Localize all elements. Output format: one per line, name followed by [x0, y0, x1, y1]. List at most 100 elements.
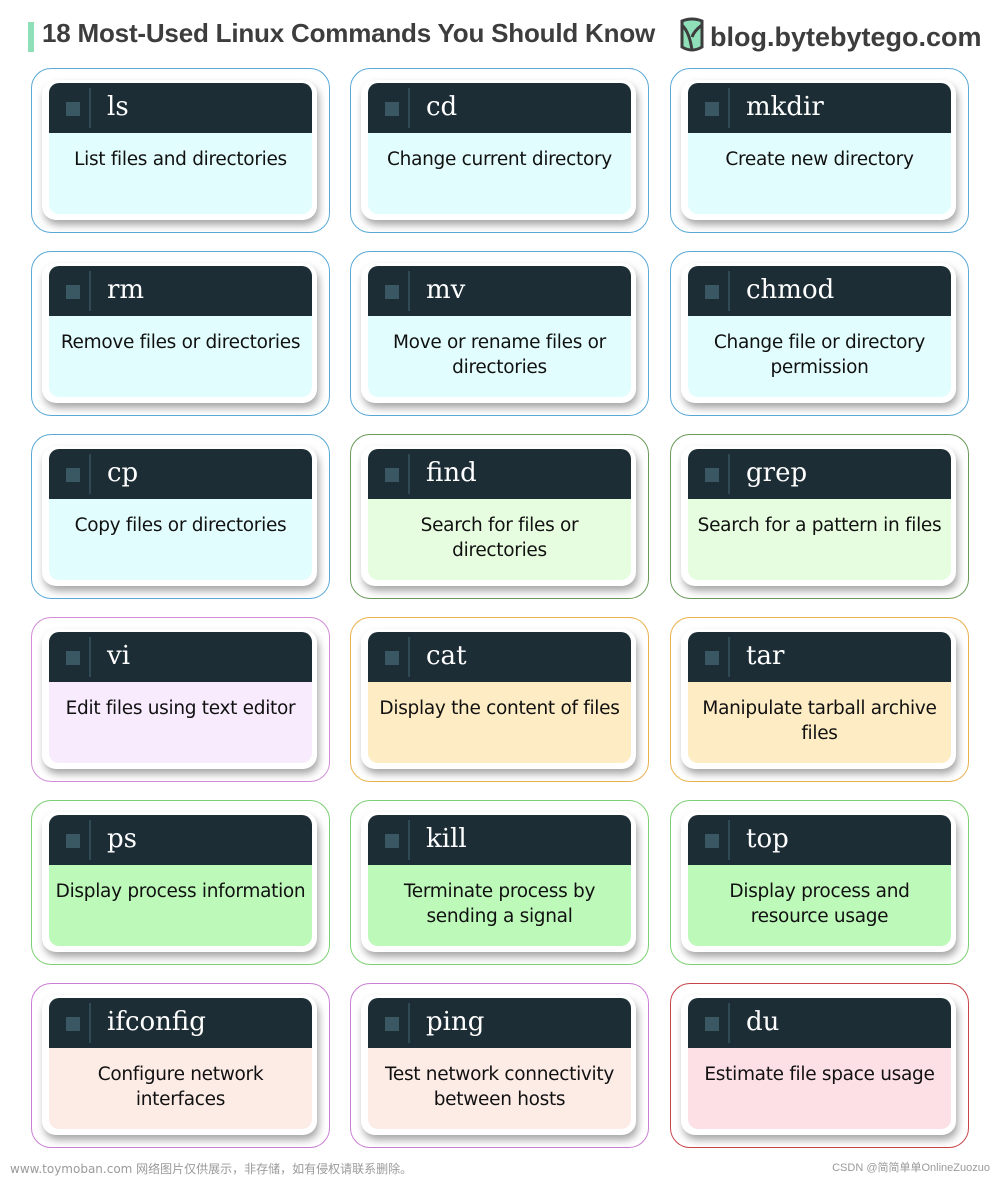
- header-divider: [408, 454, 410, 494]
- command-description: Display process and resource usage: [729, 881, 910, 927]
- terminal-square-icon: [385, 651, 399, 665]
- card-panel: mkdir Create new directory: [681, 80, 956, 220]
- command-description: Search for files or directories: [420, 515, 579, 561]
- terminal-square-icon: [66, 468, 80, 482]
- command-card-rm: rm Remove files or directories: [31, 251, 330, 416]
- header-divider: [728, 271, 730, 311]
- terminal-square-icon: [385, 1017, 399, 1031]
- terminal-square-icon: [705, 102, 719, 116]
- command-name: ps: [107, 824, 137, 854]
- card-panel: du Estimate file space usage: [681, 995, 956, 1135]
- brand-url[interactable]: blog.bytebytego.com: [710, 22, 982, 53]
- command-name: mv: [426, 275, 466, 305]
- command-card-mkdir: mkdir Create new directory: [670, 68, 969, 233]
- command-name: vi: [107, 641, 131, 671]
- card-header: chmod: [688, 266, 951, 316]
- command-name: cp: [107, 458, 139, 488]
- card-panel: top Display process and resource usage: [681, 812, 956, 952]
- header-divider: [89, 88, 91, 128]
- command-card-ps: ps Display process information: [31, 800, 330, 965]
- command-description: Edit files using text editor: [65, 698, 296, 719]
- watermark-right: CSDN @简简单单OnlineZuozuo: [832, 1162, 990, 1174]
- header-divider: [89, 454, 91, 494]
- card-body: Search for files or directories: [368, 499, 631, 580]
- card-panel: ls List files and directories: [42, 80, 317, 220]
- header-divider: [89, 820, 91, 860]
- card-body: Manipulate tarball archive files: [688, 682, 951, 763]
- command-description: Configure network interfaces: [97, 1064, 264, 1110]
- card-header: ls: [49, 83, 312, 133]
- card-header: ifconfig: [49, 998, 312, 1048]
- card-body: Display the content of files: [368, 682, 631, 763]
- card-body: List files and directories: [49, 133, 312, 214]
- card-panel: mv Move or rename files or directories: [361, 263, 636, 403]
- header-divider: [408, 88, 410, 128]
- command-description: Remove files or directories: [60, 332, 301, 353]
- terminal-square-icon: [385, 834, 399, 848]
- command-description: Move or rename files or directories: [393, 332, 606, 378]
- card-body: Change current directory: [368, 133, 631, 214]
- card-panel: ifconfig Configure network interfaces: [42, 995, 317, 1135]
- command-description: Search for a pattern in files: [697, 515, 942, 536]
- command-name: grep: [746, 458, 808, 488]
- command-description: List files and directories: [74, 149, 287, 170]
- command-card-kill: kill Terminate process by sending a signa…: [350, 800, 649, 965]
- command-card-top: top Display process and resource usage: [670, 800, 969, 965]
- terminal-square-icon: [66, 834, 80, 848]
- command-name: ls: [107, 92, 129, 122]
- command-card-ls: ls List files and directories: [31, 68, 330, 233]
- command-card-mv: mv Move or rename files or directories: [350, 251, 649, 416]
- bytebytego-logo-icon: [678, 17, 706, 57]
- card-header: cat: [368, 632, 631, 682]
- header-divider: [408, 820, 410, 860]
- terminal-square-icon: [66, 285, 80, 299]
- command-name: cat: [426, 641, 467, 671]
- terminal-square-icon: [66, 651, 80, 665]
- brand[interactable]: blog.bytebytego.com: [678, 17, 982, 57]
- header-divider: [728, 637, 730, 677]
- header-divider: [408, 271, 410, 311]
- terminal-square-icon: [705, 834, 719, 848]
- card-header: mkdir: [688, 83, 951, 133]
- command-name: ping: [426, 1007, 485, 1037]
- command-description: Terminate process by sending a signal: [403, 881, 596, 927]
- command-description: Display process information: [55, 881, 306, 902]
- card-panel: tar Manipulate tarball archive files: [681, 629, 956, 769]
- card-panel: ps Display process information: [42, 812, 317, 952]
- header-divider: [728, 820, 730, 860]
- card-header: tar: [688, 632, 951, 682]
- command-card-du: du Estimate file space usage: [670, 983, 969, 1148]
- card-body: Display process and resource usage: [688, 865, 951, 946]
- command-card-ping: ping Test network connectivity between ho…: [350, 983, 649, 1148]
- header-divider: [408, 637, 410, 677]
- command-card-cd: cd Change current directory: [350, 68, 649, 233]
- command-card-chmod: chmod Change file or directory permission: [670, 251, 969, 416]
- header-divider: [728, 1003, 730, 1043]
- command-name: kill: [426, 824, 467, 854]
- command-description: Change current directory: [387, 149, 612, 170]
- command-card-cat: cat Display the content of files: [350, 617, 649, 782]
- terminal-square-icon: [385, 285, 399, 299]
- terminal-square-icon: [385, 102, 399, 116]
- terminal-square-icon: [385, 468, 399, 482]
- header-divider: [89, 637, 91, 677]
- terminal-square-icon: [705, 651, 719, 665]
- terminal-square-icon: [705, 468, 719, 482]
- card-header: cp: [49, 449, 312, 499]
- card-body: Move or rename files or directories: [368, 316, 631, 397]
- card-header: ping: [368, 998, 631, 1048]
- card-panel: cat Display the content of files: [361, 629, 636, 769]
- command-description: Manipulate tarball archive files: [702, 698, 937, 744]
- card-panel: kill Terminate process by sending a signa…: [361, 812, 636, 952]
- header-divider: [728, 454, 730, 494]
- card-header: grep: [688, 449, 951, 499]
- command-card-cp: cp Copy files or directories: [31, 434, 330, 599]
- command-description: Estimate file space usage: [704, 1064, 935, 1085]
- card-body: Search for a pattern in files: [688, 499, 951, 580]
- card-body: Remove files or directories: [49, 316, 312, 397]
- command-name: du: [746, 1007, 780, 1037]
- card-body: Change file or directory permission: [688, 316, 951, 397]
- terminal-square-icon: [66, 102, 80, 116]
- terminal-square-icon: [705, 285, 719, 299]
- card-body: Copy files or directories: [49, 499, 312, 580]
